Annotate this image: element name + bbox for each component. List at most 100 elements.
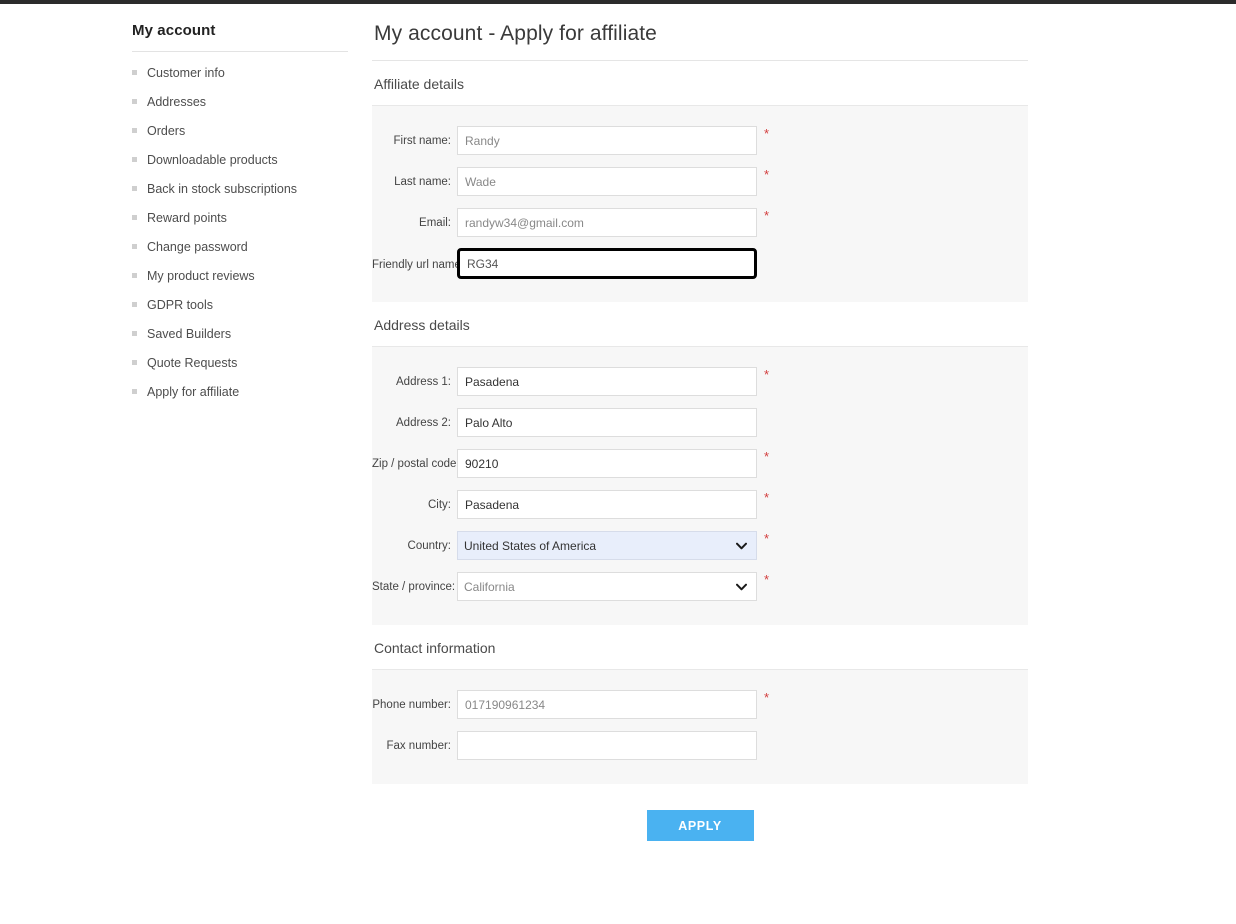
- city-label: City:: [428, 498, 451, 511]
- country-select-wrap: United States of America: [457, 531, 757, 560]
- required-asterisk: *: [764, 490, 770, 505]
- section-title-affiliate: Affiliate details: [372, 61, 1028, 106]
- state-label: State / province:: [372, 580, 456, 593]
- country-label: Country:: [407, 539, 451, 552]
- form-row-city: City: *: [372, 484, 1028, 525]
- sidebar-item-customer-info[interactable]: Customer info: [132, 58, 348, 87]
- sidebar-item-label: Orders: [147, 123, 186, 138]
- page-root: My account Customer info Addresses Order…: [0, 4, 1236, 924]
- sidebar-item-label: Reward points: [147, 210, 227, 225]
- square-bullet-icon: [132, 302, 137, 307]
- form-row-zip: Zip / postal code: *: [372, 443, 1028, 484]
- affiliate-fields: First name: * Last name: * Email:: [372, 106, 1028, 302]
- phone-label: Phone number:: [372, 698, 451, 711]
- section-title-contact: Contact information: [372, 625, 1028, 670]
- sidebar-item-label: Customer info: [147, 65, 225, 80]
- city-input[interactable]: [457, 490, 757, 519]
- address-details-section: Address details Address 1: * Address 2:: [372, 302, 1028, 625]
- sidebar-title: My account: [132, 22, 216, 39]
- square-bullet-icon: [132, 215, 137, 220]
- square-bullet-icon: [132, 157, 137, 162]
- form-row-phone: Phone number: *: [372, 684, 1028, 725]
- main-content: My account - Apply for affiliate Affilia…: [372, 4, 1028, 841]
- email-input[interactable]: [457, 208, 757, 237]
- square-bullet-icon: [132, 99, 137, 104]
- fax-number-input[interactable]: [457, 731, 757, 760]
- last-name-input[interactable]: [457, 167, 757, 196]
- sidebar-item-label: Apply for affiliate: [147, 384, 240, 399]
- zip-input[interactable]: [457, 449, 757, 478]
- friendly-url-input[interactable]: [457, 248, 757, 279]
- first-name-label: First name:: [393, 134, 451, 147]
- sidebar-item-change-password[interactable]: Change password: [132, 232, 348, 261]
- required-asterisk: *: [764, 449, 770, 464]
- form-row-email: Email: *: [372, 202, 1028, 243]
- state-select[interactable]: California: [457, 572, 757, 601]
- square-bullet-icon: [132, 360, 137, 365]
- affiliate-details-section: Affiliate details First name: * Last nam…: [372, 61, 1028, 302]
- address1-input[interactable]: [457, 367, 757, 396]
- square-bullet-icon: [132, 128, 137, 133]
- required-asterisk: *: [764, 531, 770, 546]
- required-asterisk: *: [764, 126, 770, 141]
- fax-label: Fax number:: [386, 739, 451, 752]
- sidebar-item-apply-for-affiliate[interactable]: Apply for affiliate: [132, 377, 348, 406]
- phone-number-input[interactable]: [457, 690, 757, 719]
- address1-label: Address 1:: [396, 375, 451, 388]
- sidebar-item-reward-points[interactable]: Reward points: [132, 203, 348, 232]
- square-bullet-icon: [132, 186, 137, 191]
- country-select[interactable]: United States of America: [457, 531, 757, 560]
- sidebar-item-back-in-stock-subscriptions[interactable]: Back in stock subscriptions: [132, 174, 348, 203]
- required-asterisk: *: [764, 367, 770, 382]
- address2-label: Address 2:: [396, 416, 451, 429]
- sidebar-item-gdpr-tools[interactable]: GDPR tools: [132, 290, 348, 319]
- sidebar-item-saved-builders[interactable]: Saved Builders: [132, 319, 348, 348]
- page-title: My account - Apply for affiliate: [372, 4, 1028, 61]
- contact-information-section: Contact information Phone number: * Fax …: [372, 625, 1028, 784]
- apply-button[interactable]: APPLY: [646, 810, 754, 841]
- account-sidebar: My account Customer info Addresses Order…: [132, 22, 348, 406]
- friendly-url-label: Friendly url name: [372, 258, 461, 271]
- sidebar-item-label: Back in stock subscriptions: [147, 181, 298, 196]
- submit-row: APPLY: [372, 784, 1028, 841]
- address-fields: Address 1: * Address 2: Zip / postal cod…: [372, 347, 1028, 625]
- form-row-country: Country: United States of America *: [372, 525, 1028, 566]
- square-bullet-icon: [132, 273, 137, 278]
- sidebar-divider: [132, 51, 348, 52]
- contact-fields: Phone number: * Fax number:: [372, 670, 1028, 784]
- state-select-wrap: California: [457, 572, 757, 601]
- required-asterisk: *: [764, 167, 770, 182]
- form-row-last-name: Last name: *: [372, 161, 1028, 202]
- sidebar-item-orders[interactable]: Orders: [132, 116, 348, 145]
- required-asterisk: *: [764, 690, 770, 705]
- form-row-state: State / province: California *: [372, 566, 1028, 607]
- sidebar-list: Customer info Addresses Orders Downloada…: [132, 58, 348, 406]
- sidebar-item-label: Quote Requests: [147, 355, 238, 370]
- required-asterisk: *: [764, 208, 770, 223]
- zip-label: Zip / postal code:: [372, 457, 460, 470]
- sidebar-item-label: Downloadable products: [147, 152, 278, 167]
- form-row-fax: Fax number:: [372, 725, 1028, 766]
- sidebar-item-quote-requests[interactable]: Quote Requests: [132, 348, 348, 377]
- email-label: Email:: [419, 216, 451, 229]
- sidebar-item-label: My product reviews: [147, 268, 255, 283]
- sidebar-item-my-product-reviews[interactable]: My product reviews: [132, 261, 348, 290]
- sidebar-item-downloadable-products[interactable]: Downloadable products: [132, 145, 348, 174]
- square-bullet-icon: [132, 331, 137, 336]
- square-bullet-icon: [132, 70, 137, 75]
- sidebar-item-addresses[interactable]: Addresses: [132, 87, 348, 116]
- form-row-friendly-url: Friendly url name: [372, 243, 1028, 284]
- required-asterisk: *: [764, 572, 770, 587]
- sidebar-item-label: Addresses: [147, 94, 207, 109]
- last-name-label: Last name:: [394, 175, 451, 188]
- sidebar-item-label: GDPR tools: [147, 297, 213, 312]
- section-title-address: Address details: [372, 302, 1028, 347]
- address2-input[interactable]: [457, 408, 757, 437]
- sidebar-item-label: Saved Builders: [147, 326, 232, 341]
- first-name-input[interactable]: [457, 126, 757, 155]
- form-row-address1: Address 1: *: [372, 361, 1028, 402]
- form-row-address2: Address 2:: [372, 402, 1028, 443]
- square-bullet-icon: [132, 244, 137, 249]
- form-row-first-name: First name: *: [372, 120, 1028, 161]
- sidebar-item-label: Change password: [147, 239, 248, 254]
